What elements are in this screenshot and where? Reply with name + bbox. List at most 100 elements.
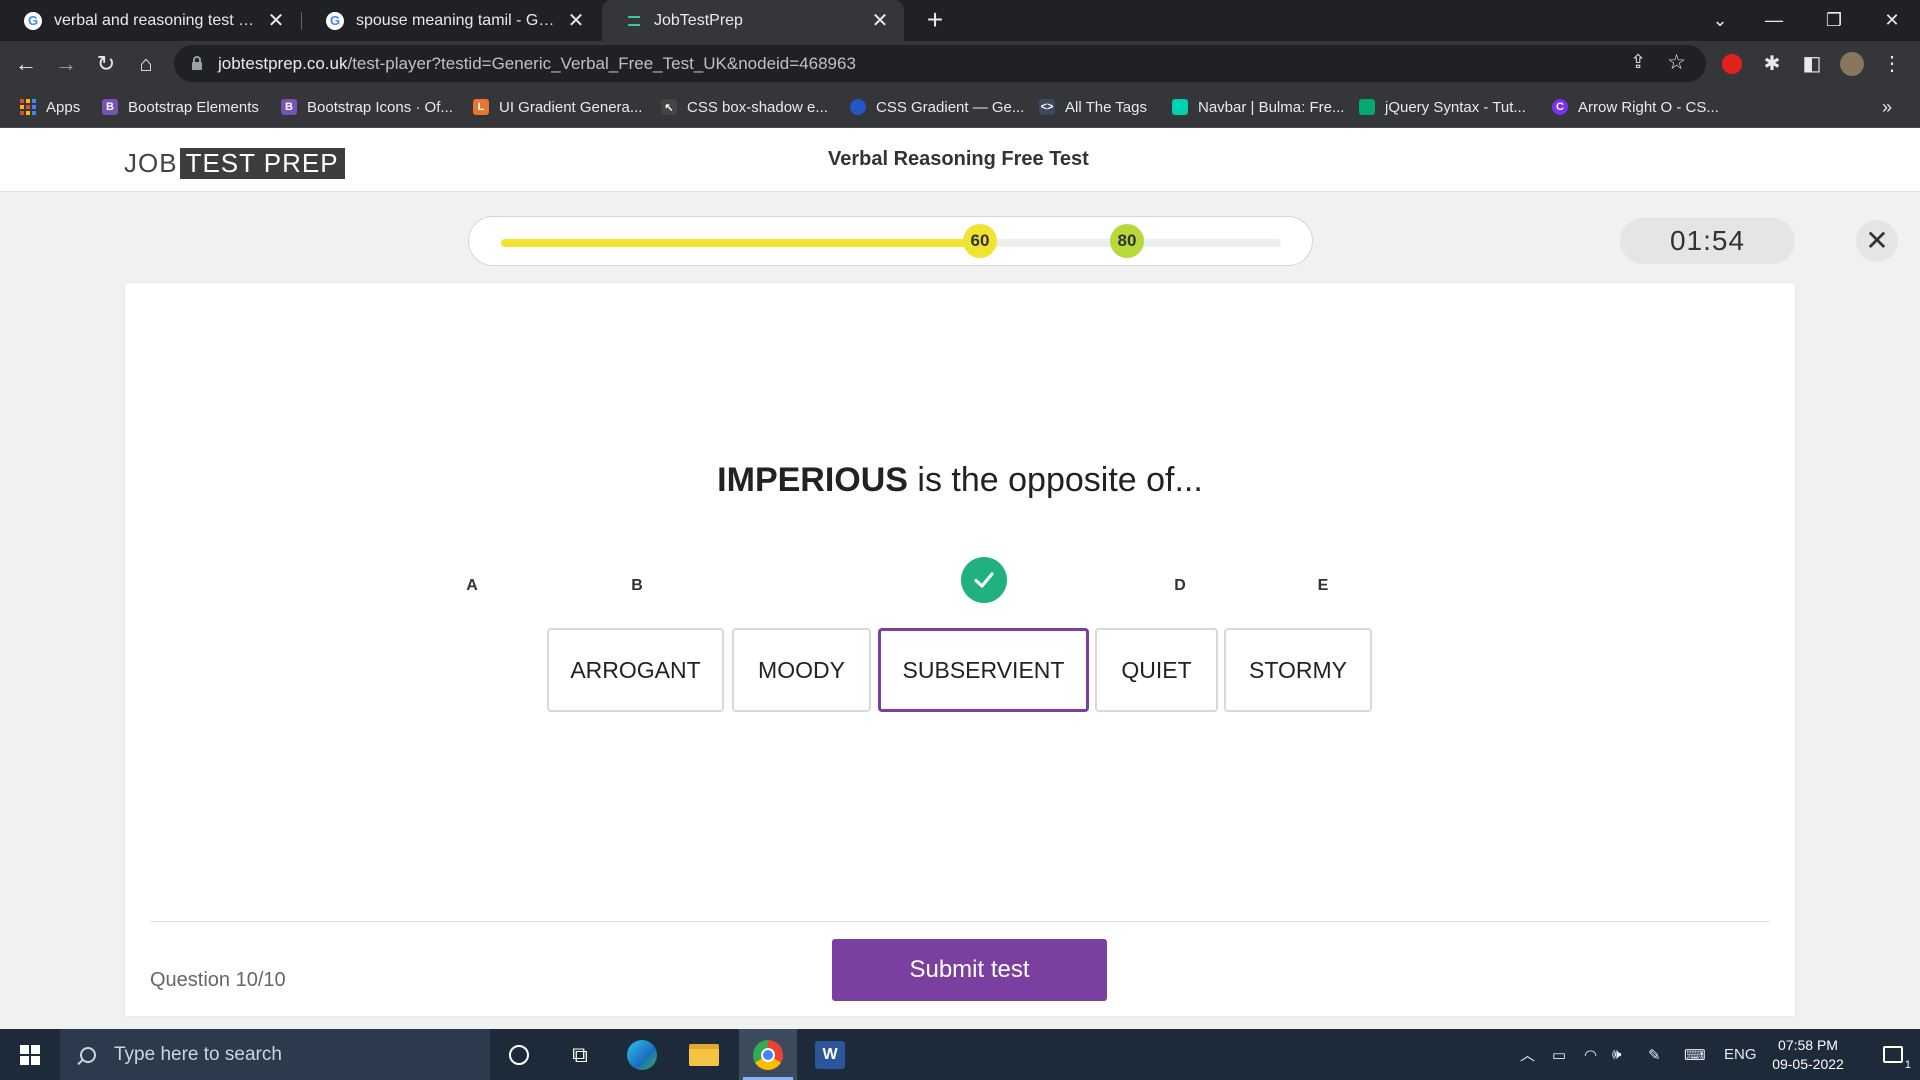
page-content: JOB TEST PREP Verbal Reasoning Free Test… bbox=[0, 128, 1920, 1029]
notification-count: 1 bbox=[1904, 1059, 1911, 1071]
extension-icon[interactable] bbox=[1714, 41, 1750, 86]
css-gradient-icon bbox=[850, 99, 866, 115]
tab-title: JobTestPrep bbox=[654, 11, 743, 29]
jobtestprep-icon bbox=[626, 13, 642, 29]
option-letter-e: E bbox=[1317, 577, 1329, 594]
back-icon[interactable]: ← bbox=[8, 41, 44, 86]
bookmark-jquery-syntax[interactable]: jQuery Syntax - Tut... bbox=[1359, 86, 1526, 128]
question-counter: Question 10/10 bbox=[150, 969, 286, 991]
browser-tab-1[interactable]: G verbal and reasoning test - Goog ✕ bbox=[0, 0, 300, 41]
start-button[interactable] bbox=[0, 1029, 60, 1080]
progress-bar: 60 80 bbox=[468, 216, 1313, 266]
bookmark-ui-gradient[interactable]: L UI Gradient Genera... bbox=[473, 86, 642, 128]
notification-center-icon[interactable]: 1 bbox=[1866, 1029, 1920, 1080]
forward-icon[interactable]: → bbox=[48, 41, 84, 86]
lock-icon bbox=[192, 55, 202, 70]
bookmark-label: CSS Gradient — Ge... bbox=[876, 98, 1025, 116]
google-icon: G bbox=[24, 11, 42, 30]
bookmark-label: All The Tags bbox=[1065, 98, 1147, 116]
bookmark-arrow-right[interactable]: C Arrow Right O - CS... bbox=[1552, 86, 1719, 128]
option-letter-a: A bbox=[466, 577, 478, 594]
address-bar[interactable]: jobtestprep.co.uk/test-player?testid=Gen… bbox=[174, 45, 1706, 82]
bookmark-label: Apps bbox=[46, 98, 81, 116]
bookmark-bootstrap-elements[interactable]: B Bootstrap Elements bbox=[102, 86, 259, 128]
option-letter-d: D bbox=[1174, 577, 1186, 594]
task-view-icon[interactable]: ⧉ bbox=[551, 1029, 609, 1080]
bookmark-label: CSS box-shadow e... bbox=[687, 98, 828, 116]
bootstrap-icon: B bbox=[102, 99, 118, 115]
exit-test-button[interactable]: ✕ bbox=[1856, 220, 1898, 262]
chrome-taskbar-icon[interactable] bbox=[739, 1029, 797, 1080]
jquery-icon bbox=[1359, 99, 1375, 115]
close-tab-icon[interactable]: ✕ bbox=[566, 8, 586, 33]
side-panel-icon[interactable]: ◧ bbox=[1794, 41, 1830, 86]
browser-tab-2[interactable]: G spouse meaning tamil - Google S ✕ bbox=[302, 0, 600, 41]
cursor-icon: ↖ bbox=[661, 99, 677, 115]
bookmark-apps[interactable]: Apps bbox=[20, 86, 80, 128]
site-header: JOB TEST PREP Verbal Reasoning Free Test bbox=[0, 128, 1920, 192]
bookmark-all-the-tags[interactable]: <> All The Tags bbox=[1039, 86, 1147, 128]
bookmarks-bar: Apps B Bootstrap Elements B Bootstrap Ic… bbox=[0, 86, 1920, 128]
share-icon[interactable]: ⇪ bbox=[1630, 51, 1646, 74]
taskbar-search-box[interactable]: Type here to search bbox=[60, 1029, 490, 1080]
reload-icon[interactable]: ↻ bbox=[88, 41, 124, 86]
taskbar-clock[interactable]: 07:58 PM 09-05-2022 bbox=[1760, 1036, 1856, 1074]
cortana-icon[interactable] bbox=[490, 1029, 548, 1080]
volume-icon[interactable]: 🕪 bbox=[1612, 1029, 1621, 1080]
bookmark-label: Navbar | Bulma: Fre... bbox=[1198, 98, 1345, 116]
edge-icon[interactable] bbox=[613, 1029, 671, 1080]
countdown-timer: 01:54 bbox=[1620, 218, 1795, 264]
close-window-button[interactable]: ✕ bbox=[1864, 0, 1920, 41]
battery-icon[interactable]: ▭ bbox=[1552, 1029, 1566, 1080]
option-a-button[interactable]: ARROGANT bbox=[547, 628, 724, 712]
tab-title: spouse meaning tamil - Google S bbox=[356, 11, 558, 29]
browser-tab-strip: G verbal and reasoning test - Goog ✕ G s… bbox=[0, 0, 1920, 41]
option-d-button[interactable]: QUIET bbox=[1095, 628, 1218, 712]
search-placeholder: Type here to search bbox=[114, 1043, 282, 1065]
progress-track: 60 80 bbox=[501, 224, 1281, 258]
restore-button[interactable]: ❐ bbox=[1806, 0, 1862, 41]
file-explorer-icon[interactable] bbox=[675, 1029, 733, 1080]
clock-time: 07:58 PM bbox=[1778, 1037, 1838, 1053]
bookmark-css-gradient[interactable]: CSS Gradient — Ge... bbox=[850, 86, 1024, 128]
new-tab-button[interactable]: + bbox=[920, 6, 950, 36]
option-b-button[interactable]: MOODY bbox=[732, 628, 871, 712]
option-e-button[interactable]: STORMY bbox=[1224, 628, 1372, 712]
submit-test-button[interactable]: Submit test bbox=[832, 939, 1107, 1001]
url-text: jobtestprep.co.uk/test-player?testid=Gen… bbox=[218, 53, 856, 73]
bootstrap-icon: B bbox=[281, 99, 297, 115]
bookmark-star-icon[interactable]: ☆ bbox=[1667, 50, 1686, 75]
google-icon: G bbox=[326, 11, 344, 30]
close-tab-icon[interactable]: ✕ bbox=[870, 8, 890, 33]
browser-tab-3-active[interactable]: JobTestPrep ✕ bbox=[602, 0, 904, 41]
jobtestprep-logo[interactable]: JOB TEST PREP bbox=[124, 147, 345, 179]
chrome-menu-icon[interactable]: ⋮ bbox=[1874, 41, 1910, 86]
question-card: IMPERIOUS is the opposite of... A B D E … bbox=[125, 283, 1795, 1016]
windows-taskbar: Type here to search ⧉ W ︿ ▭ ◠ 🕪 ✎ ⌨ ENG … bbox=[0, 1029, 1920, 1080]
wifi-icon[interactable]: ◠ bbox=[1584, 1029, 1597, 1080]
close-tab-icon[interactable]: ✕ bbox=[266, 8, 286, 33]
bookmark-css-box-shadow[interactable]: ↖ CSS box-shadow e... bbox=[661, 86, 828, 128]
language-indicator[interactable]: ENG bbox=[1724, 1029, 1757, 1080]
keyboard-icon[interactable]: ⌨ bbox=[1684, 1029, 1706, 1080]
profile-avatar[interactable] bbox=[1834, 41, 1870, 86]
bookmark-label: Arrow Right O - CS... bbox=[1578, 98, 1719, 116]
bulma-icon bbox=[1172, 99, 1188, 115]
css-gg-icon: C bbox=[1552, 99, 1568, 115]
option-c-button[interactable]: SUBSERVIENT bbox=[878, 628, 1089, 712]
home-icon[interactable]: ⌂ bbox=[128, 41, 164, 86]
progress-marker-80: 80 bbox=[1110, 224, 1144, 258]
windows-logo-icon bbox=[20, 1044, 40, 1065]
pen-icon[interactable]: ✎ bbox=[1648, 1029, 1661, 1080]
ui-gradient-icon: L bbox=[473, 99, 489, 115]
bookmark-bulma-navbar[interactable]: Navbar | Bulma: Fre... bbox=[1172, 86, 1344, 128]
bookmark-bootstrap-icons[interactable]: B Bootstrap Icons · Of... bbox=[281, 86, 453, 128]
puzzle-extensions-icon[interactable]: ✱ bbox=[1754, 41, 1790, 86]
show-hidden-icons[interactable]: ︿ bbox=[1520, 1029, 1535, 1080]
more-bookmarks-icon[interactable]: » bbox=[1882, 86, 1892, 128]
tab-search-icon[interactable]: ⌄ bbox=[1692, 0, 1748, 41]
bookmark-label: UI Gradient Genera... bbox=[499, 98, 643, 116]
word-icon[interactable]: W bbox=[801, 1029, 859, 1080]
browser-toolbar: ← → ↻ ⌂ jobtestprep.co.uk/test-player?te… bbox=[0, 41, 1920, 86]
minimize-button[interactable]: — bbox=[1746, 0, 1802, 41]
